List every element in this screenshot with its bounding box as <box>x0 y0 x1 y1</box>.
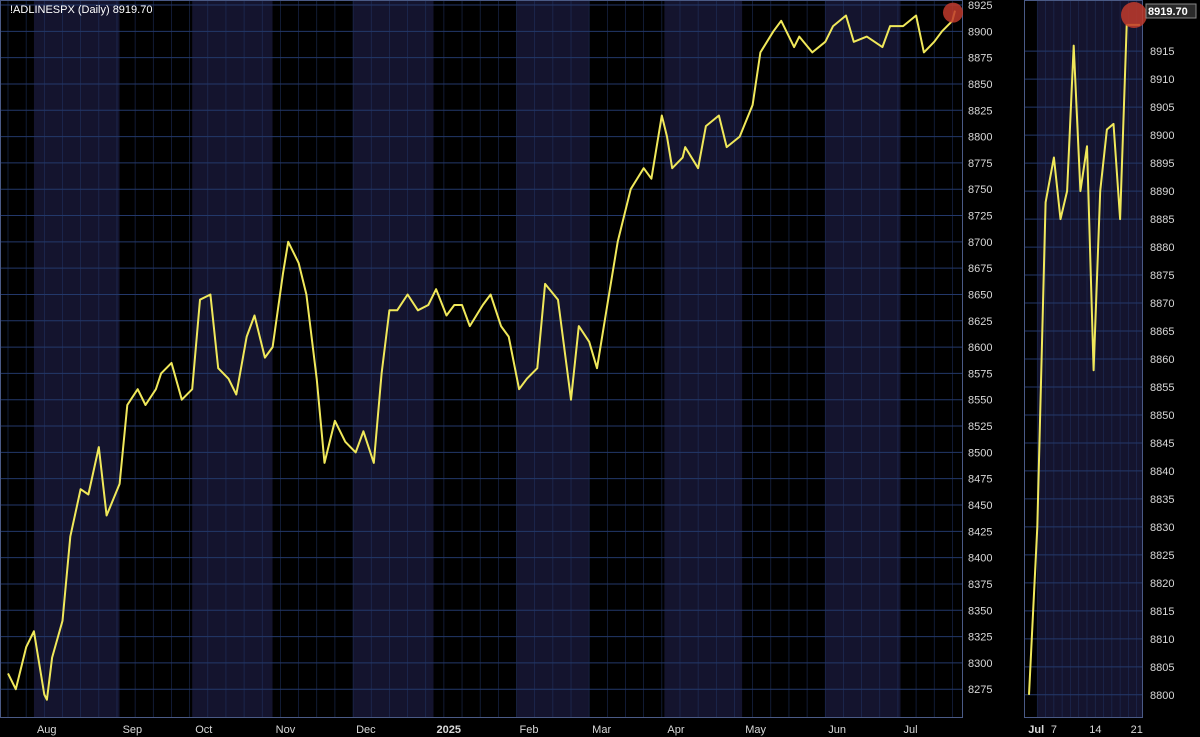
x-tick-label: Nov <box>276 724 296 736</box>
x-tick-label: Jul <box>904 724 918 736</box>
inset-y-tick-label: 8825 <box>1150 550 1174 562</box>
y-tick-label: 8325 <box>968 632 992 644</box>
chart-window: 8925 8900 8875 8850 8825 8800 8775 8750 8725 8700… <box>0 0 1200 737</box>
inset-y-tick-label: 8865 <box>1150 326 1174 338</box>
y-tick-label: 8825 <box>968 105 992 117</box>
inset-y-tick-label: 8905 <box>1150 102 1174 114</box>
y-tick-label: 8700 <box>968 237 992 249</box>
inset-y-tick-label: 8890 <box>1150 186 1174 198</box>
inset-y-tick-label: 8900 <box>1150 130 1174 142</box>
inset-y-tick-label: 8870 <box>1150 298 1174 310</box>
inset-last-point-marker <box>1121 2 1147 28</box>
inset-chart-x-axis: Jul 7 14 21 <box>1028 724 1143 736</box>
y-tick-label: 8725 <box>968 211 992 223</box>
y-tick-label: 8300 <box>968 658 992 670</box>
y-tick-label: 8375 <box>968 579 992 591</box>
last-value-text: 8919.70 <box>1148 6 1188 18</box>
inset-y-tick-label: 8855 <box>1150 382 1174 394</box>
inset-y-tick-label: 8840 <box>1150 466 1174 478</box>
y-tick-label: 8450 <box>968 500 992 512</box>
x-tick-label: Feb <box>520 724 539 736</box>
y-tick-label: 8575 <box>968 368 992 380</box>
inset-chart-y-axis: 8915 8910 8905 8900 8895 8890 8885 8880 8875 8870… <box>1150 46 1174 702</box>
y-tick-label: 8750 <box>968 184 992 196</box>
y-tick-label: 8875 <box>968 53 992 65</box>
x-tick-label: Aug <box>37 724 57 736</box>
x-tick-label: Apr <box>667 724 684 736</box>
x-tick-label: Dec <box>356 724 376 736</box>
inset-y-tick-label: 8915 <box>1150 46 1174 58</box>
inset-x-tick-label: 7 <box>1051 724 1057 736</box>
inset-y-tick-label: 8895 <box>1150 158 1174 170</box>
y-tick-label: 8925 <box>968 0 992 12</box>
x-tick-label: Sep <box>123 724 143 736</box>
x-tick-label: 2025 <box>437 724 461 736</box>
x-tick-label: Mar <box>592 724 611 736</box>
chart-title: !ADLINESPX (Daily) 8919.70 <box>10 4 152 16</box>
inset-y-tick-label: 8885 <box>1150 214 1174 226</box>
inset-y-tick-label: 8830 <box>1150 522 1174 534</box>
inset-y-tick-label: 8835 <box>1150 494 1174 506</box>
x-tick-label: Jun <box>828 724 846 736</box>
y-tick-label: 8400 <box>968 553 992 565</box>
inset-y-tick-label: 8805 <box>1150 662 1174 674</box>
y-tick-label: 8625 <box>968 316 992 328</box>
chart-canvas: 8925 8900 8875 8850 8825 8800 8775 8750 8725 8700… <box>0 0 1197 736</box>
inset-y-tick-label: 8860 <box>1150 354 1174 366</box>
inset-y-tick-label: 8845 <box>1150 438 1174 450</box>
inset-y-tick-label: 8910 <box>1150 74 1174 86</box>
y-tick-label: 8350 <box>968 605 992 617</box>
y-tick-label: 8650 <box>968 289 992 301</box>
x-tick-label: Oct <box>195 724 212 736</box>
y-tick-label: 8850 <box>968 79 992 91</box>
y-tick-label: 8600 <box>968 342 992 354</box>
last-point-marker <box>943 2 963 23</box>
y-tick-label: 8900 <box>968 26 992 38</box>
inset-y-tick-label: 8850 <box>1150 410 1174 422</box>
y-tick-label: 8800 <box>968 132 992 144</box>
y-tick-label: 8500 <box>968 447 992 459</box>
y-tick-label: 8425 <box>968 526 992 538</box>
inset-y-tick-label: 8800 <box>1150 690 1174 702</box>
main-chart-x-axis: Aug Sep Oct Nov Dec 2025 Feb Mar Apr May Jun Jul <box>37 724 918 736</box>
y-tick-label: 8475 <box>968 474 992 486</box>
y-tick-label: 8775 <box>968 158 992 170</box>
inset-x-tick-label: Jul <box>1028 724 1044 736</box>
inset-y-tick-label: 8815 <box>1150 606 1174 618</box>
inset-y-tick-label: 8880 <box>1150 242 1174 254</box>
inset-y-tick-label: 8820 <box>1150 578 1174 590</box>
y-tick-label: 8550 <box>968 395 992 407</box>
y-tick-label: 8525 <box>968 421 992 433</box>
inset-y-tick-label: 8875 <box>1150 270 1174 282</box>
inset-x-tick-label: 21 <box>1131 724 1143 736</box>
y-tick-label: 8675 <box>968 263 992 275</box>
y-tick-label: 8275 <box>968 684 992 696</box>
inset-y-tick-label: 8810 <box>1150 634 1174 646</box>
inset-x-tick-label: 14 <box>1089 724 1101 736</box>
x-tick-label: May <box>745 724 766 736</box>
last-value-label: 8919.70 <box>1145 3 1197 19</box>
main-chart-y-axis: 8925 8900 8875 8850 8825 8800 8775 8750 8725 8700… <box>968 0 992 696</box>
